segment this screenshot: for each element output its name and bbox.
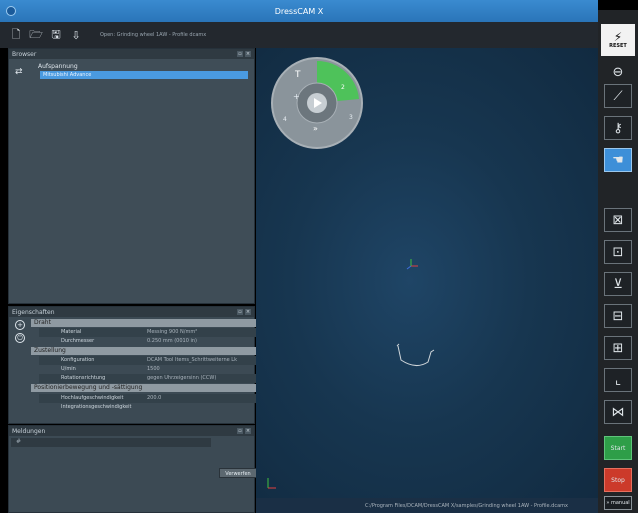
tree-toggle-icon[interactable]: ⇄ (15, 67, 25, 77)
fast-forward-icon[interactable]: » (313, 124, 318, 133)
center-align-icon[interactable]: ⋈ (604, 400, 632, 424)
properties-title: Eigenschaften (12, 308, 55, 316)
close-button[interactable]: × (245, 309, 251, 315)
window-title: DressCAM X (274, 6, 324, 16)
dual-tool-icon[interactable]: ⊟ (604, 304, 632, 328)
properties-panel: Eigenschaften ▫ × + ⏻ Draht Material Messi… (8, 306, 256, 424)
center-axis-icon (406, 259, 418, 270)
messages-header: Meldungen ▫ × (9, 426, 254, 436)
float-button[interactable]: ▫ (237, 51, 243, 57)
property-row: Durchmesser 0.250 mm (0010 in) (61, 338, 198, 344)
open-folder-icon[interactable]: 🗁 (29, 28, 43, 41)
corner-axis-icon (267, 478, 276, 489)
export-icon[interactable]: ⇩ (70, 29, 82, 42)
property-row: Hochlaufgeschwindigkeit 200.0 (39, 394, 256, 403)
browser-header: Browser ▫ × (9, 49, 254, 59)
wheel-label-t[interactable]: T (294, 70, 301, 80)
messages-column-header: # (11, 438, 211, 447)
status-path: C:/Program Files/DCAM/DressCAM X/samples… (364, 502, 568, 509)
property-row: Material Messing 900 N/mm² (39, 328, 256, 337)
reset-icon: ⚡ (613, 30, 623, 44)
close-button[interactable]: × (245, 428, 251, 434)
property-row: U/min 1500 (61, 366, 160, 372)
tool-center-icon[interactable]: ⊡ (604, 240, 632, 264)
start-button[interactable]: Start (604, 436, 632, 460)
wire-profile (397, 345, 435, 366)
reset-label: RESET (609, 43, 627, 49)
wheel-label-4[interactable]: 4 (283, 116, 287, 123)
property-row: Rotationsrichtung gegen Uhrzeigersinn (CC… (39, 374, 256, 383)
edit-icon[interactable]: ⟋ (604, 84, 632, 108)
stop-button[interactable]: Stop (604, 468, 632, 492)
messages-panel: Meldungen ▫ × # Verwerfen (8, 425, 257, 513)
wheel-label-3[interactable]: 3 (349, 114, 353, 121)
new-file-icon[interactable]: 🗋 (10, 28, 22, 41)
toolbar: 🗋 🗁 🖫 ⇩ Open: Grinding wheel 1AW - Profi… (0, 22, 598, 48)
key-icon[interactable]: ⚷ (604, 116, 632, 140)
toolbar-file-path: Open: Grinding wheel 1AW - Profile dcamx (100, 32, 207, 38)
path-icon[interactable]: ⌞ (604, 368, 632, 392)
machine-control-bar: ⚡ RESET ⊖ ⟋ ⚷ ☚ ⊠ ⊡ ⊻ ⊟ ⊞ ⌞ ⋈ Start Stop… (598, 10, 638, 513)
property-row: Integrationsgeschwindigkeit (61, 404, 132, 410)
save-icon[interactable]: 🖫 (50, 28, 62, 41)
clamp-icon[interactable]: ⊠ (604, 208, 632, 232)
wheel-graphic: T + 2 3 4 » (283, 60, 359, 133)
hand-icon[interactable]: ☚ (604, 148, 632, 172)
power-icon[interactable]: ⏻ (15, 333, 25, 343)
close-button[interactable]: × (245, 51, 251, 57)
browser-panel: Browser ▫ × ⇄ Aufspannung Mitsubishi Adva… (8, 48, 255, 304)
browser-selected-item[interactable]: Mitsubishi Advance (40, 71, 248, 79)
group-positionierbewegung[interactable]: Positionierbewegung und -sättigung (31, 384, 256, 392)
back-arrow-icon[interactable]: ⊖ (604, 62, 632, 82)
messages-title: Meldungen (12, 427, 46, 435)
manual-button[interactable]: » manual (604, 496, 632, 510)
add-icon[interactable]: + (15, 320, 25, 330)
browser-root-item[interactable]: Aufspannung (38, 63, 78, 70)
lower-tool-icon[interactable]: ⊻ (604, 272, 632, 296)
spindle-icon[interactable]: ⊞ (604, 336, 632, 360)
app-logo-icon (6, 6, 16, 16)
status-bar: C:/Program Files/DCAM/DressCAM X/samples… (256, 498, 598, 513)
title-bar: DressCAM X (0, 0, 598, 22)
wheel-label-2[interactable]: 2 (341, 84, 345, 91)
reset-button[interactable]: ⚡ RESET (601, 24, 635, 56)
properties-header: Eigenschaften ▫ × (9, 307, 254, 317)
property-row: Konfiguration DCAM Tool Items_Schrittweit… (39, 356, 256, 365)
float-button[interactable]: ▫ (237, 428, 243, 434)
group-zustellung[interactable]: Zustellung (31, 347, 256, 355)
browser-title: Browser (12, 50, 37, 58)
discard-button[interactable]: Verwerfen (219, 468, 257, 478)
group-draht[interactable]: Draht (31, 319, 256, 327)
float-button[interactable]: ▫ (237, 309, 243, 315)
navigation-wheel[interactable]: T + 2 3 4 » (271, 57, 363, 149)
wheel-label-plus[interactable]: + (293, 92, 300, 101)
